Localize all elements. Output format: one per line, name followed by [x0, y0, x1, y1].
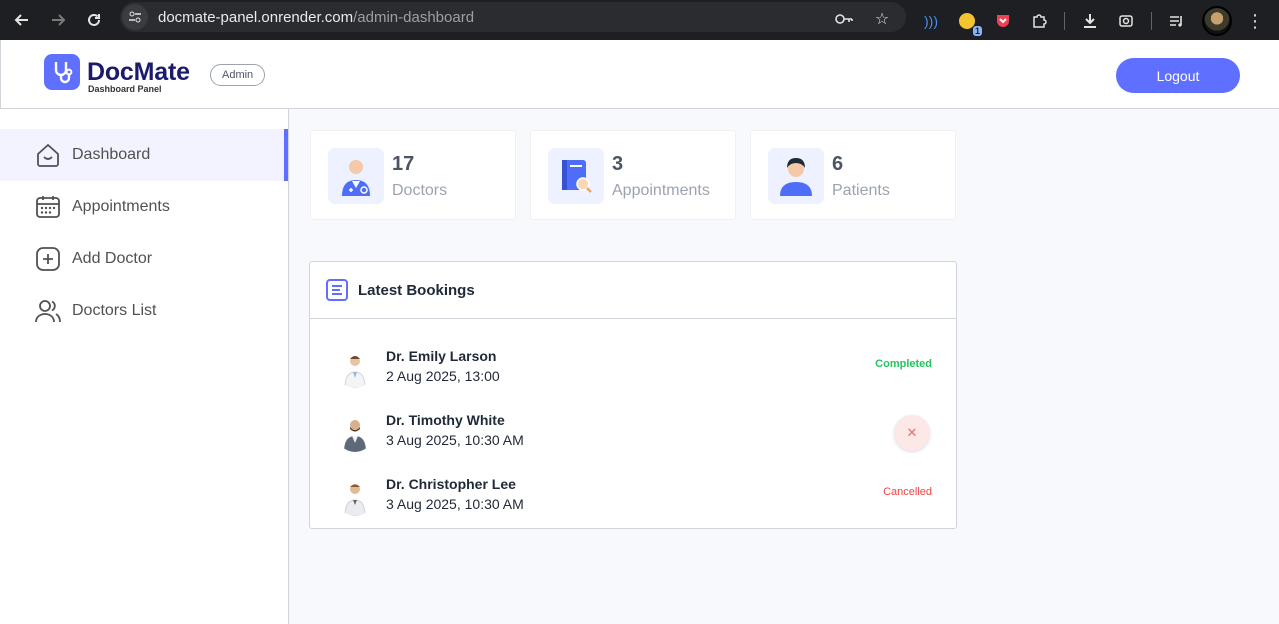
booking-row: Dr. Emily Larson 2 Aug 2025, 13:00 Compl…: [310, 338, 956, 400]
screenshot-icon[interactable]: [1115, 10, 1137, 32]
doctor-name: Dr. Emily Larson: [386, 348, 497, 364]
sidebar-item-label: Appointments: [72, 198, 170, 215]
latest-bookings-title: Latest Bookings: [358, 282, 475, 299]
sidebar-item-appointments[interactable]: Appointments: [0, 181, 288, 233]
people-icon: [35, 298, 61, 324]
booking-row: Dr. Timothy White 3 Aug 2025, 10:30 AM ✕: [310, 402, 956, 464]
password-key-icon[interactable]: [832, 7, 856, 31]
booking-date: 2 Aug 2025, 13:00: [386, 368, 500, 384]
pocket-extension-icon[interactable]: [992, 10, 1014, 32]
sidebar-item-doctors-list[interactable]: Doctors List: [0, 285, 288, 337]
booking-date: 3 Aug 2025, 10:30 AM: [386, 432, 524, 448]
doctor-avatar: [336, 478, 374, 516]
calendar-icon: [35, 194, 61, 220]
bookmark-star-icon[interactable]: ☆: [870, 7, 894, 31]
media-queue-icon[interactable]: [1166, 10, 1188, 32]
site-info-icon[interactable]: [122, 4, 148, 30]
toolbar-separator: [1064, 12, 1065, 30]
logo-title: DocMate: [87, 58, 190, 86]
home-icon: [35, 142, 61, 168]
main-content: 17 Doctors 3 Appointments 6 Patients Lat…: [289, 109, 1279, 624]
logout-button[interactable]: Logout: [1116, 58, 1240, 93]
browser-toolbar: docmate-panel.onrender.com/admin-dashboa…: [0, 0, 1279, 40]
download-icon[interactable]: [1079, 10, 1101, 32]
url-text: docmate-panel.onrender.com/admin-dashboa…: [158, 8, 475, 26]
status-cancelled: Cancelled: [883, 486, 932, 498]
sidebar: Dashboard Appointments Add Doctor Doctor…: [0, 109, 289, 624]
back-icon[interactable]: [10, 8, 34, 32]
toolbar-separator: [1151, 12, 1152, 30]
stat-card-patients[interactable]: 6 Patients: [750, 130, 956, 220]
close-icon: ✕: [906, 425, 918, 440]
doctor-avatar: [336, 414, 374, 452]
profile-avatar[interactable]: [1202, 6, 1232, 36]
doctor-icon: [328, 148, 384, 204]
extensions-puzzle-icon[interactable]: [1028, 10, 1050, 32]
wifi-extension-icon[interactable]: ))): [920, 10, 942, 32]
sidebar-item-label: Add Doctor: [72, 250, 153, 267]
latest-bookings-header: Latest Bookings: [310, 262, 956, 319]
sidebar-item-dashboard[interactable]: Dashboard: [0, 129, 288, 181]
sidebar-item-add-doctor[interactable]: Add Doctor: [0, 233, 288, 285]
booking-row: Dr. Christopher Lee 3 Aug 2025, 10:30 AM…: [310, 466, 956, 528]
address-bar[interactable]: docmate-panel.onrender.com/admin-dashboa…: [120, 2, 906, 32]
patient-icon: [768, 148, 824, 204]
add-icon: [35, 246, 61, 272]
forward-icon[interactable]: [46, 8, 70, 32]
sidebar-item-label: Dashboard: [72, 146, 151, 163]
logo-subtitle: Dashboard Panel: [88, 84, 162, 94]
stat-label: Patients: [832, 182, 890, 199]
doctor-name: Dr. Timothy White: [386, 412, 505, 428]
cancel-appointment-button[interactable]: ✕: [894, 415, 930, 451]
stethoscope-logo-icon: [44, 54, 80, 90]
booking-date: 3 Aug 2025, 10:30 AM: [386, 496, 524, 512]
app-header: DocMate Dashboard Panel Admin Logout: [0, 40, 1279, 109]
cookie-extension-icon[interactable]: 1: [956, 10, 982, 36]
stat-value: 3: [612, 153, 624, 175]
stat-label: Appointments: [612, 182, 710, 199]
doctor-name: Dr. Christopher Lee: [386, 476, 516, 492]
stat-card-doctors[interactable]: 17 Doctors: [310, 130, 516, 220]
status-completed: Completed: [875, 358, 932, 370]
latest-bookings-panel: Latest Bookings Dr. Emily Larson 2 Aug 2…: [309, 261, 957, 529]
stat-value: 6: [832, 153, 844, 175]
appointment-book-icon: [548, 148, 604, 204]
stat-card-appointments[interactable]: 3 Appointments: [530, 130, 736, 220]
sidebar-item-label: Doctors List: [72, 302, 157, 319]
list-icon: [326, 279, 348, 301]
stat-label: Doctors: [392, 182, 448, 199]
stat-value: 17: [392, 153, 415, 175]
role-badge: Admin: [210, 64, 266, 86]
browser-menu-icon[interactable]: ⋮: [1246, 11, 1264, 32]
reload-icon[interactable]: [82, 8, 106, 32]
doctor-avatar: [336, 350, 374, 388]
